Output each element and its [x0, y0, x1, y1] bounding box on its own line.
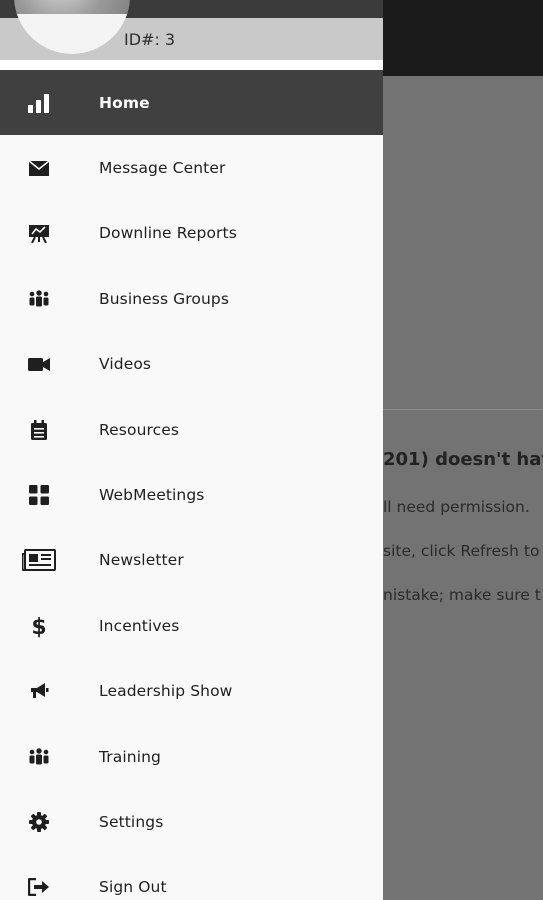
- background-error-line: nistake; make sure t: [383, 586, 541, 604]
- menu-item-label: Incentives: [99, 616, 180, 635]
- menu-item-incentives[interactable]: $ Incentives: [0, 593, 383, 658]
- menu-item-message-center[interactable]: Message Center: [0, 135, 383, 200]
- user-id-label: ID#: 3: [124, 30, 176, 49]
- sign-out-icon: [22, 874, 56, 900]
- gear-icon: [22, 809, 56, 835]
- drawer-menu: Home Message Center Downline Reports Bus…: [0, 70, 383, 900]
- menu-item-label: Settings: [99, 812, 164, 831]
- menu-item-label: Home: [99, 93, 150, 112]
- menu-item-label: Videos: [99, 355, 152, 374]
- envelope-icon: [22, 155, 56, 181]
- background-error-line: ll need permission.: [383, 498, 530, 516]
- menu-item-label: WebMeetings: [99, 486, 205, 505]
- drawer-header: ID#: 3: [0, 0, 383, 70]
- menu-item-label: Sign Out: [99, 878, 167, 897]
- calendar-list-icon: [22, 417, 56, 443]
- menu-item-newsletter[interactable]: Newsletter: [0, 528, 383, 593]
- bar-chart-icon: [22, 90, 56, 116]
- menu-item-label: Business Groups: [99, 289, 230, 308]
- background-divider: [383, 409, 543, 410]
- menu-item-label: Resources: [99, 420, 180, 439]
- newspaper-icon: [22, 547, 56, 573]
- menu-item-sign-out[interactable]: Sign Out: [0, 855, 383, 900]
- presentation-chart-icon: [22, 220, 56, 246]
- menu-item-label: Downline Reports: [99, 224, 237, 243]
- megaphone-icon: [22, 678, 56, 704]
- navigation-drawer: ID#: 3 Home Message Center Downline Repo…: [0, 0, 383, 900]
- menu-item-label: Leadership Show: [99, 682, 233, 701]
- avatar[interactable]: [14, 0, 130, 54]
- svg-text:$: $: [32, 615, 46, 638]
- menu-item-resources[interactable]: Resources: [0, 397, 383, 462]
- menu-item-label: Training: [99, 747, 161, 766]
- video-camera-icon: [22, 351, 56, 377]
- dollar-icon: $: [22, 613, 56, 639]
- menu-item-webmeetings[interactable]: WebMeetings: [0, 462, 383, 527]
- menu-item-downline-reports[interactable]: Downline Reports: [0, 201, 383, 266]
- menu-item-label: Message Center: [99, 159, 226, 178]
- group-icon: [22, 286, 56, 312]
- menu-item-business-groups[interactable]: Business Groups: [0, 266, 383, 331]
- background-error-heading: 201) doesn't hav: [383, 449, 543, 470]
- menu-item-label: Newsletter: [99, 551, 184, 570]
- menu-item-leadership-show[interactable]: Leadership Show: [0, 659, 383, 724]
- menu-item-videos[interactable]: Videos: [0, 332, 383, 397]
- menu-item-training[interactable]: Training: [0, 724, 383, 789]
- background-error-line: site, click Refresh to: [383, 542, 540, 560]
- group-icon: [22, 744, 56, 770]
- menu-item-settings[interactable]: Settings: [0, 789, 383, 854]
- grid-icon: [22, 482, 56, 508]
- menu-item-home[interactable]: Home: [0, 70, 383, 136]
